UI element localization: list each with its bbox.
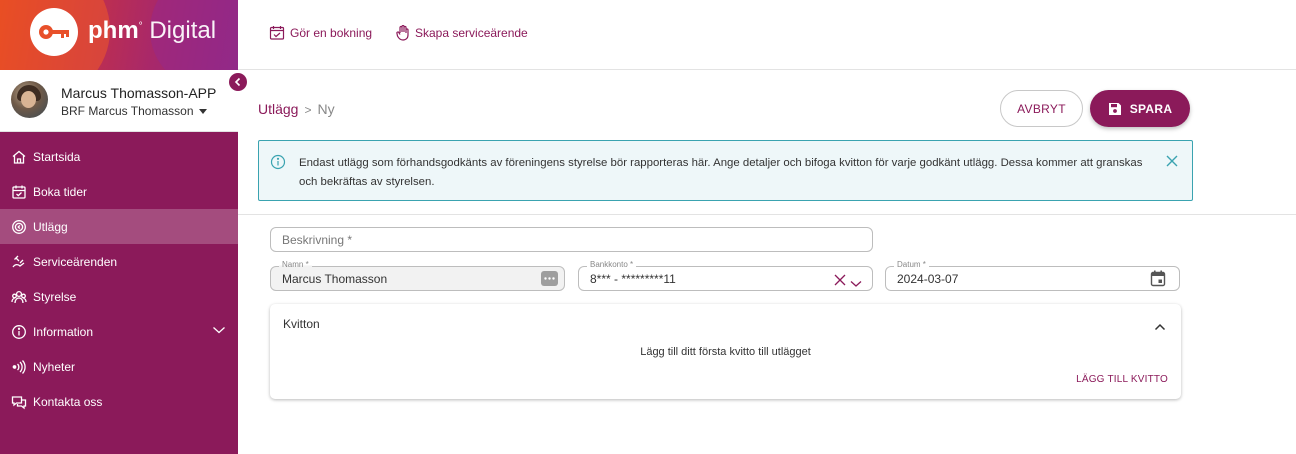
chevron-down-icon[interactable] [212, 324, 226, 338]
name-field-value: Marcus Thomasson [282, 272, 388, 286]
calendar-check-icon [269, 26, 285, 40]
make-booking-link[interactable]: Gör en bokning [269, 25, 372, 41]
sidebar-item-boka-tider[interactable]: Boka tider [0, 174, 238, 209]
contact-icon [10, 393, 28, 411]
clear-icon[interactable] [834, 273, 846, 291]
user-name: Marcus Thomasson-APP [61, 85, 217, 101]
calendar-icon [10, 183, 28, 201]
name-field-label: Namn * [279, 260, 312, 270]
section-divider [238, 214, 1296, 215]
hand-icon [396, 25, 409, 41]
receipts-panel: Kvitton Lägg till ditt första kvitto til… [270, 304, 1181, 399]
info-alert: Endast utlägg som förhandsgodkänts av fö… [258, 140, 1193, 201]
receipts-empty-text: Lägg till ditt första kvitto till utlägg… [640, 346, 811, 358]
sidebar-item-nyheter[interactable]: Nyheter [0, 349, 238, 384]
sidebar-item-label: Utlägg [33, 219, 68, 234]
app-root: phm° Digital Marcus Thomasson-APP BRF Ma… [0, 0, 1296, 454]
breadcrumb-parent-link[interactable]: Utlägg [258, 101, 298, 117]
create-service-request-link[interactable]: Skapa serviceärende [396, 25, 528, 41]
bank-account-select[interactable]: Bankkonto * 8*** - *********11 [578, 260, 873, 293]
sidebar-item-label: Kontakta oss [33, 394, 103, 409]
sidebar-item-startsida[interactable]: Startsida [0, 139, 238, 174]
sidebar-item-label: Startsida [33, 149, 81, 164]
sidebar-item-styrelse[interactable]: Styrelse [0, 279, 238, 314]
organization-selector[interactable]: BRF Marcus Thomasson [61, 104, 207, 118]
avatar [11, 81, 48, 118]
save-button[interactable]: SPARA [1090, 90, 1190, 127]
close-icon[interactable] [1165, 154, 1179, 173]
description-field[interactable]: Beskrivning * [270, 227, 873, 252]
home-icon [10, 148, 28, 166]
calendar-icon[interactable] [1150, 270, 1166, 292]
bank-account-label: Bankkonto * [587, 260, 637, 270]
chevron-up-icon[interactable] [1154, 318, 1166, 336]
date-field[interactable]: Datum * 2024-03-07 [885, 260, 1180, 292]
brand-logo-area: phm° Digital [0, 0, 238, 70]
sidebar-item-information[interactable]: Information [0, 314, 238, 349]
floppy-disk-icon [1108, 102, 1121, 115]
sidebar: phm° Digital Marcus Thomasson-APP BRF Ma… [0, 0, 238, 454]
bank-account-value: 8*** - *********11 [590, 272, 676, 286]
chevron-down-icon[interactable] [850, 275, 862, 293]
expense-icon [10, 218, 28, 236]
board-icon [10, 288, 28, 306]
sidebar-item-utlagg[interactable]: Utlägg [0, 209, 238, 244]
sidebar-item-label: Styrelse [33, 289, 77, 304]
breadcrumb-current: Ny [317, 101, 335, 117]
service-icon [10, 253, 28, 271]
user-panel[interactable]: Marcus Thomasson-APP BRF Marcus Thomasso… [0, 70, 238, 132]
add-receipt-button[interactable]: LÄGG TILL KVITTO [1076, 374, 1168, 385]
breadcrumb-separator: > [304, 103, 312, 117]
news-icon [10, 358, 28, 376]
date-field-value: 2024-03-07 [897, 272, 959, 286]
brand-name[interactable]: phm° Digital [88, 17, 216, 45]
more-options-icon[interactable] [541, 271, 558, 286]
sidebar-item-servicearenden[interactable]: Serviceärenden [0, 244, 238, 279]
cancel-button[interactable]: AVBRYT [1000, 90, 1083, 127]
caret-down-icon [198, 109, 207, 115]
alert-message: Endast utlägg som förhandsgodkänts av fö… [299, 157, 1143, 188]
sidebar-collapse-button[interactable] [229, 73, 247, 91]
receipts-title: Kvitton [283, 317, 320, 331]
sidebar-item-label: Serviceärenden [33, 254, 118, 269]
name-field[interactable]: Namn * Marcus Thomasson [270, 260, 565, 291]
date-field-label: Datum * [894, 260, 929, 270]
top-bar: Gör en bokning Skapa serviceärende [238, 0, 1296, 70]
sidebar-item-kontakta-oss[interactable]: Kontakta oss [0, 384, 238, 419]
info-icon [10, 323, 28, 341]
sidebar-item-label: Boka tider [33, 184, 88, 199]
key-logo-icon [30, 8, 78, 56]
sidebar-nav: Startsida Boka tider Utlägg Serviceärend… [0, 139, 238, 419]
sidebar-item-label: Nyheter [33, 359, 76, 374]
breadcrumb: Utlägg > Ny [258, 101, 335, 117]
sidebar-item-label: Information [33, 324, 94, 339]
info-icon [270, 154, 286, 175]
